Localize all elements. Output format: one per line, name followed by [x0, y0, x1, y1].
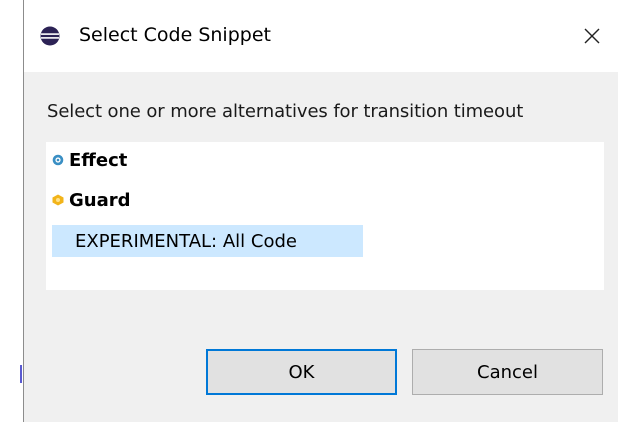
title-bar: Select Code Snippet	[24, 0, 618, 72]
dialog-prompt: Select one or more alternatives for tran…	[47, 101, 524, 122]
list-item-label: EXPERIMENTAL: All Code	[75, 230, 297, 252]
snippet-list[interactable]: Effect Guard EXPERIMENTAL: All Code	[46, 142, 604, 290]
close-button[interactable]	[572, 16, 612, 56]
select-code-snippet-dialog: Select Code Snippet Select one or more a…	[23, 0, 618, 422]
list-item-label: Effect	[69, 149, 128, 171]
background-window-edge	[20, 365, 22, 383]
list-item-effect[interactable]: Effect	[52, 144, 127, 176]
close-icon	[584, 28, 600, 44]
list-item-label: Guard	[69, 189, 131, 211]
guard-icon	[52, 194, 64, 206]
cancel-button[interactable]: Cancel	[412, 349, 603, 395]
ok-button[interactable]: OK	[206, 349, 397, 395]
effect-icon	[52, 154, 64, 166]
eclipse-icon	[40, 26, 60, 46]
list-item-experimental-all-code[interactable]: EXPERIMENTAL: All Code	[52, 225, 363, 257]
list-item-guard[interactable]: Guard	[52, 184, 131, 216]
dialog-title: Select Code Snippet	[79, 24, 271, 46]
